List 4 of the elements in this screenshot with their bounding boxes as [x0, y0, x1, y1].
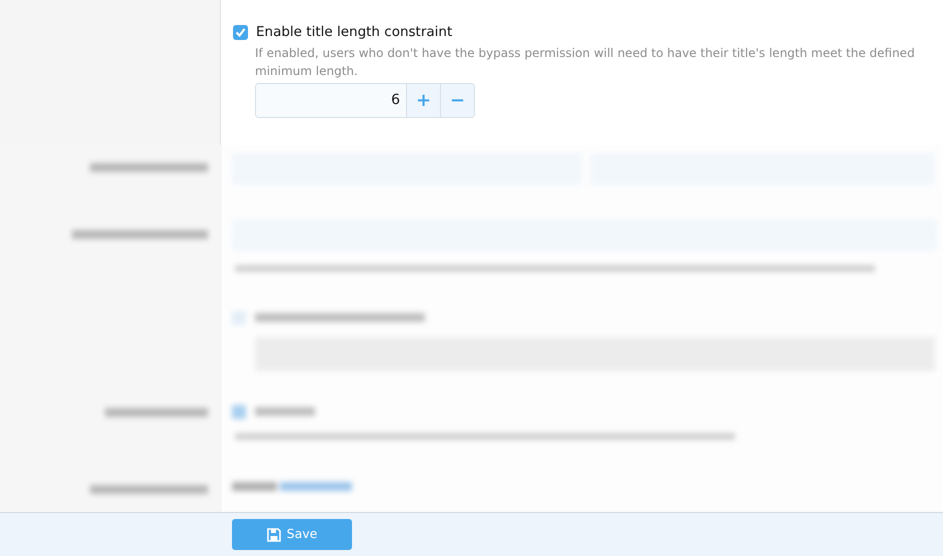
save-button[interactable]: Save: [232, 519, 352, 550]
checkbox-label: Enable title length constraint: [256, 23, 452, 42]
checkbox[interactable]: [233, 24, 248, 40]
hint-text: If enabled, users who don't have the bypass permission will need to have their title's length meet the defined minimum length.: [255, 45, 916, 80]
